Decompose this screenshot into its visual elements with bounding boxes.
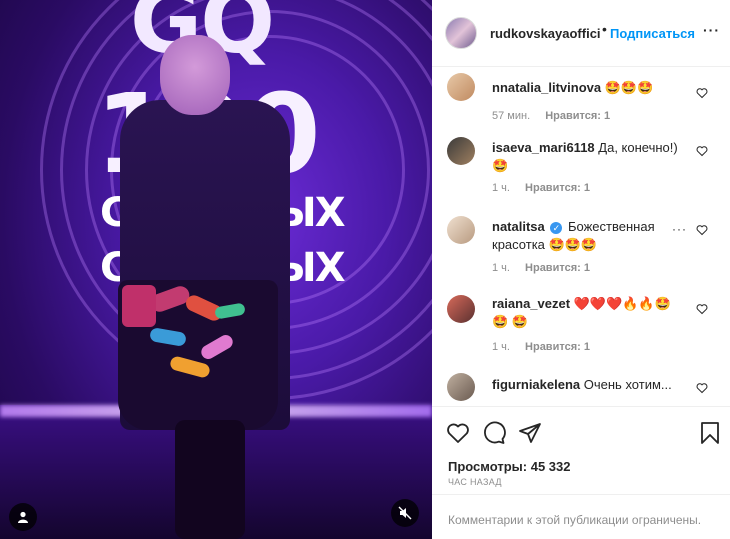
- post-actions: Просмотры: 45 332 ЧАС НАЗАД Комментарии …: [432, 406, 730, 539]
- user-icon: [18, 511, 28, 523]
- comment-options-icon[interactable]: ···: [672, 222, 687, 236]
- views-label: Просмотры:: [448, 459, 528, 474]
- comments-limited-notice: Комментарии к этой публикации ограничены…: [432, 494, 730, 539]
- commenter-username[interactable]: figurniakelena: [492, 377, 580, 392]
- mute-toggle-button[interactable]: [391, 499, 419, 527]
- post-timestamp[interactable]: ЧАС НАЗАД: [448, 477, 502, 487]
- comments-list: nnatalia_litvinova 🤩🤩🤩 57 мин. Нравится:…: [432, 67, 730, 406]
- speaker-muted-icon: [398, 506, 412, 520]
- comment-body: raiana_vezet ❤️❤️❤️🔥🔥🤩🤩 🤩: [492, 295, 682, 331]
- commenter-username[interactable]: raiana_vezet: [492, 296, 570, 311]
- commenter-username[interactable]: isaeva_mari6118: [492, 140, 595, 155]
- comment-likes[interactable]: Нравится: 1: [525, 182, 590, 194]
- heart-icon[interactable]: [696, 224, 708, 236]
- comment-time[interactable]: 1 ч.: [492, 262, 510, 274]
- post-media[interactable]: GQ 100 СТИЛЬНЫХ СТИЛЬНЫХ: [0, 0, 432, 539]
- like-icon[interactable]: [446, 421, 470, 445]
- more-options-icon[interactable]: ···: [703, 22, 720, 38]
- comment-body: figurniakelena Очень хотим...: [492, 376, 682, 394]
- header-separator: •: [602, 21, 607, 37]
- person-legs: [175, 420, 245, 539]
- comment-meta: 1 ч. Нравится: 1: [492, 262, 602, 274]
- comment-icon[interactable]: [482, 421, 506, 445]
- post-sidebar: rudkovskayaofficial • Подписаться ··· nn…: [432, 0, 730, 539]
- commenter-username[interactable]: nnatalia_litvinova: [492, 80, 601, 95]
- post-header: rudkovskayaofficial • Подписаться ···: [432, 0, 730, 67]
- comment-likes[interactable]: Нравится: 1: [525, 262, 590, 274]
- commenter-avatar[interactable]: [447, 137, 475, 165]
- comment-body: natalitsa ✓ Божественная красотка 🤩🤩🤩: [492, 218, 667, 254]
- commenter-avatar[interactable]: [447, 73, 475, 101]
- tagged-users-button[interactable]: [9, 503, 37, 531]
- commenter-avatar[interactable]: [447, 216, 475, 244]
- comment-time[interactable]: 1 ч.: [492, 341, 510, 353]
- heart-icon[interactable]: [696, 145, 708, 157]
- comment-likes[interactable]: Нравится: 1: [525, 341, 590, 353]
- author-avatar[interactable]: [445, 17, 477, 49]
- comment-meta: 1 ч. Нравится: 1: [492, 341, 602, 353]
- commenter-username[interactable]: natalitsa: [492, 219, 545, 234]
- comment-time[interactable]: 57 мин.: [492, 110, 530, 122]
- bookmark-icon[interactable]: [698, 421, 722, 445]
- commenter-avatar[interactable]: [447, 295, 475, 323]
- person-hair: [160, 35, 230, 115]
- comment-text: Очень хотим...: [583, 377, 672, 392]
- views-count: 45 332: [530, 459, 571, 474]
- views-counter[interactable]: Просмотры: 45 332: [448, 459, 570, 474]
- comment-time[interactable]: 1 ч.: [492, 182, 510, 194]
- follow-button[interactable]: Подписаться: [610, 26, 695, 41]
- verified-badge-icon: ✓: [550, 221, 563, 234]
- heart-icon[interactable]: [696, 303, 708, 315]
- share-icon[interactable]: [518, 421, 542, 445]
- comment-text: 🤩🤩🤩: [604, 80, 654, 95]
- handbag: [122, 285, 156, 327]
- comment-body: nnatalia_litvinova 🤩🤩🤩: [492, 79, 682, 97]
- heart-icon[interactable]: [696, 87, 708, 99]
- commenter-avatar[interactable]: [447, 373, 475, 401]
- comment-meta: 1 ч. Нравится: 1: [492, 182, 602, 194]
- comment-likes[interactable]: Нравится: 1: [545, 110, 610, 122]
- comment-meta: 57 мин. Нравится: 1: [492, 110, 622, 122]
- comment-body: isaeva_mari6118 Да, конечно!) 🤩: [492, 139, 682, 175]
- heart-icon[interactable]: [696, 382, 708, 394]
- author-username[interactable]: rudkovskayaofficial: [490, 26, 600, 41]
